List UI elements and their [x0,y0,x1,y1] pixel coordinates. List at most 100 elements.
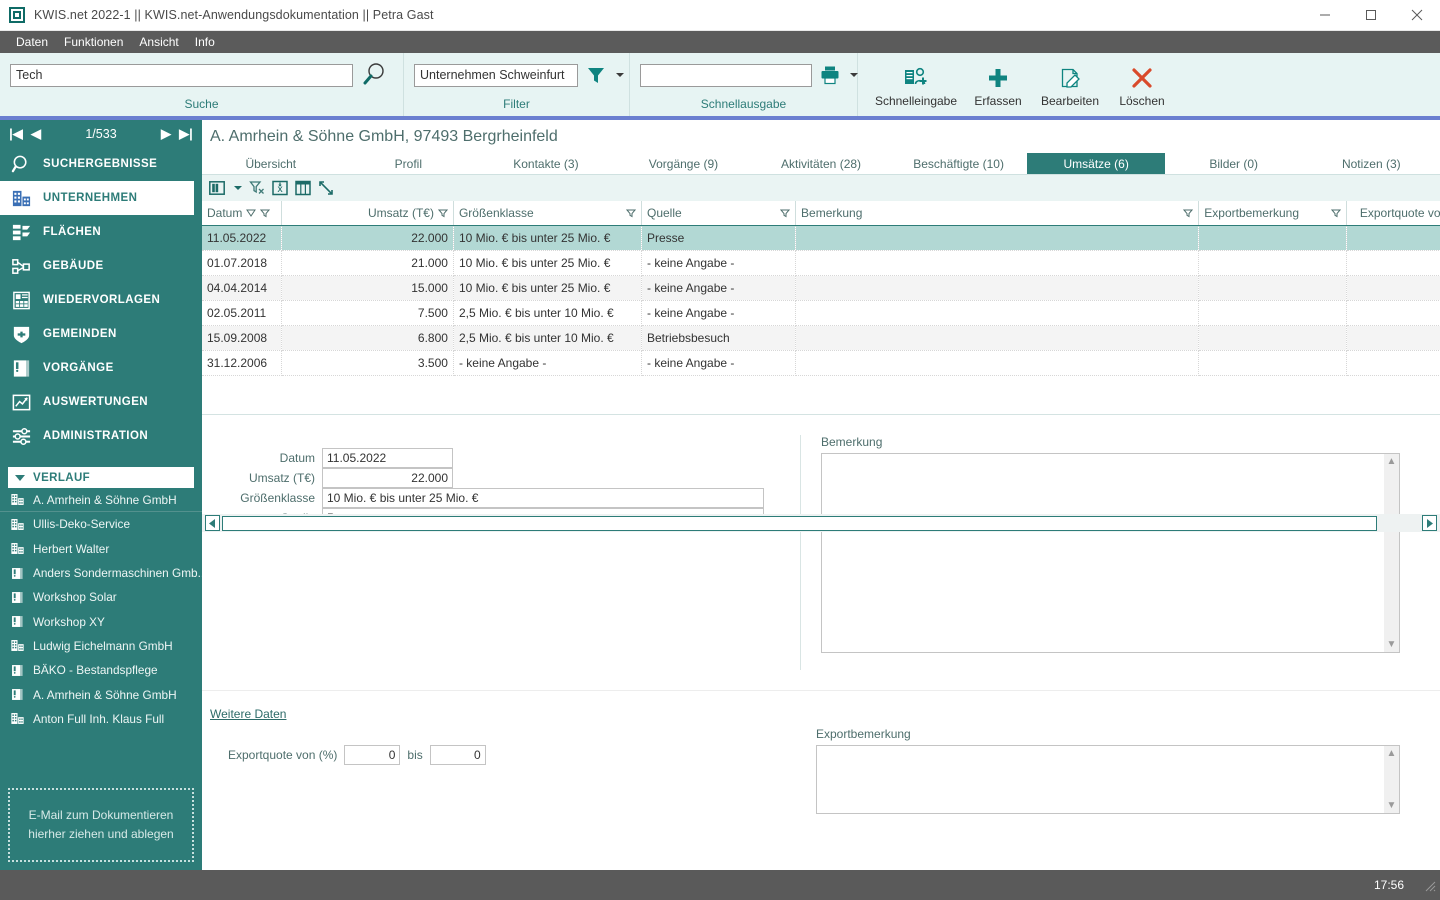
erfassen-button[interactable]: Erfassen [964,53,1032,116]
column-header-quelle[interactable]: Quelle [641,201,797,226]
sort-desc-icon[interactable] [246,208,257,218]
table-row[interactable]: 02.05.2011 7.500 2,5 Mio. € bis unter 10… [202,300,1440,326]
umsatz-field[interactable] [322,468,453,488]
columns-icon[interactable] [209,180,225,196]
resize-grip-icon[interactable] [1422,878,1436,892]
tab-aktivitaeten[interactable]: Aktivitäten (28) [752,153,890,174]
sidebar-item-unternehmen[interactable]: UNTERNEHMEN [0,181,194,215]
tab-kontakte[interactable]: Kontakte (3) [477,153,615,174]
column-header-datum[interactable]: Datum [202,201,282,226]
scroll-up-icon[interactable]: ▲ [1387,748,1397,759]
clock[interactable]: 17:56 [1374,878,1404,892]
funnel-icon[interactable] [585,64,607,86]
scroll-left-icon[interactable] [205,515,220,531]
minimize-icon[interactable] [1302,0,1348,31]
close-icon[interactable] [1394,0,1440,31]
exportbemerkung-scrollbar[interactable]: ▲ ▼ [1384,746,1399,813]
table-row[interactable]: 01.07.2018 21.000 10 Mio. € bis unter 25… [202,250,1440,276]
prev-icon[interactable]: ◀ [26,126,46,142]
column-header-umsatz[interactable]: Umsatz (T€) [281,201,454,226]
filter-icon[interactable] [437,208,448,218]
sidebar-item-gemeinden[interactable]: GEMEINDEN [0,317,202,351]
list-item[interactable]: Ullis-Deko-Service [0,512,202,536]
sidebar-item-flaechen[interactable]: FLÄCHEN [0,215,202,249]
menu-item-ansicht[interactable]: Ansicht [131,31,186,53]
list-item[interactable]: A. Amrhein & Söhne GmbH [0,488,202,513]
list-item[interactable]: BÄKO - Bestandspflege [0,658,202,682]
sidebar-item-wiedervorlagen[interactable]: WIEDERVORLAGEN [0,283,202,317]
search-input[interactable] [10,63,353,87]
column-header-bemerkung[interactable]: Bemerkung [795,201,1200,226]
filter-icon[interactable] [625,208,636,218]
first-icon[interactable]: |◀ [6,126,26,142]
tab-umsaetze[interactable]: Umsätze (6) [1027,153,1165,174]
last-icon[interactable]: ▶| [176,126,196,142]
column-header-exportbemerkung[interactable]: Exportbemerkung [1198,201,1347,226]
filter-dropdown-caret-icon[interactable] [616,73,624,77]
filter-icon[interactable] [1183,208,1194,218]
export-excel-icon[interactable]: x [272,180,288,196]
printer-icon[interactable] [819,64,841,86]
scroll-down-icon[interactable]: ▼ [1387,800,1397,811]
menu-item-daten[interactable]: Daten [8,31,56,53]
menu-item-funktionen[interactable]: Funktionen [56,31,131,53]
tab-uebersicht[interactable]: Übersicht [202,153,340,174]
next-icon[interactable]: ▶ [156,126,176,142]
scroll-thumb[interactable] [222,515,1377,531]
tab-vorgaenge[interactable]: Vorgänge (9) [615,153,753,174]
list-item[interactable]: Workshop XY [0,609,202,633]
tab-beschaeftigte[interactable]: Beschäftigte (10) [890,153,1028,174]
bemerkung-textarea[interactable]: ▲ ▼ [821,453,1400,653]
weitere-daten-link[interactable]: Weitere Daten [210,707,800,721]
table-layout-icon[interactable] [295,180,311,196]
bearbeiten-button[interactable]: Bearbeiten [1036,53,1104,116]
schnelleingabe-button[interactable]: Schnelleingabe [872,53,960,116]
maximize-icon[interactable] [1348,0,1394,31]
scroll-down-icon[interactable]: ▼ [1387,639,1397,650]
sidebar-item-suchergebnisse[interactable]: SUCHERGEBNISSE [0,147,202,181]
menu-item-info[interactable]: Info [187,31,223,53]
list-item[interactable]: Workshop Solar [0,585,202,609]
list-item[interactable]: Ludwig Eichelmann GmbH [0,634,202,658]
filter-icon[interactable] [260,208,271,218]
scroll-up-icon[interactable]: ▲ [1387,456,1397,467]
scroll-right-icon[interactable] [1422,515,1437,531]
list-item[interactable]: Herbert Walter [0,537,202,561]
sidebar-item-gebaeude[interactable]: GEBÄUDE [0,249,202,283]
sidebar-item-vorgaenge[interactable]: VORGÄNGE [0,351,202,385]
filter-input[interactable] [414,63,578,87]
loeschen-button[interactable]: Löschen [1108,53,1176,116]
sidebar-item-auswertungen[interactable]: AUSWERTUNGEN [0,385,202,419]
column-header-exportquote-von[interactable]: Exportquote von (%) [1346,201,1440,226]
chevron-down-icon[interactable] [234,186,242,190]
exportquote-bis-field[interactable] [429,745,486,765]
expand-icon[interactable] [318,180,334,196]
search-results-icon [11,155,27,172]
tab-profil[interactable]: Profil [340,153,478,174]
email-dropzone[interactable]: E-Mail zum Dokumentieren hierher ziehen … [8,788,194,862]
grid-horizontal-scrollbar[interactable] [202,514,1440,532]
column-header-groessenklasse[interactable]: Größenklasse [453,201,642,226]
table-row[interactable]: 15.09.2008 6.800 2,5 Mio. € bis unter 10… [202,325,1440,351]
print-dropdown-caret-icon[interactable] [850,73,858,77]
bemerkung-scrollbar[interactable]: ▲ ▼ [1384,454,1399,652]
history-header[interactable]: VERLAUF [8,467,194,488]
datum-field[interactable] [322,448,453,468]
clear-filter-icon[interactable] [249,180,265,196]
table-row[interactable]: 11.05.2022 22.000 10 Mio. € bis unter 25… [202,225,1440,251]
sidebar-item-administration[interactable]: ADMINISTRATION [0,419,202,453]
exportquote-von-field[interactable] [344,745,401,765]
list-item[interactable]: A. Amrhein & Söhne GmbH [0,682,202,706]
tab-bilder[interactable]: Bilder (0) [1165,153,1303,174]
search-icon[interactable] [360,62,388,88]
filter-icon[interactable] [1330,208,1341,218]
filter-icon[interactable] [780,208,791,218]
schnellausgabe-input[interactable] [640,63,812,87]
groessenklasse-field[interactable] [322,488,764,508]
exportbemerkung-textarea[interactable]: ▲ ▼ [816,745,1400,814]
list-item[interactable]: Anton Full Inh. Klaus Full [0,707,202,731]
table-row[interactable]: 04.04.2014 15.000 10 Mio. € bis unter 25… [202,275,1440,301]
list-item[interactable]: Anders Sondermaschinen Gmb... [0,561,202,585]
tab-notizen[interactable]: Notizen (3) [1303,153,1440,174]
table-row[interactable]: 31.12.2006 3.500 - keine Angabe - - kein… [202,350,1440,376]
